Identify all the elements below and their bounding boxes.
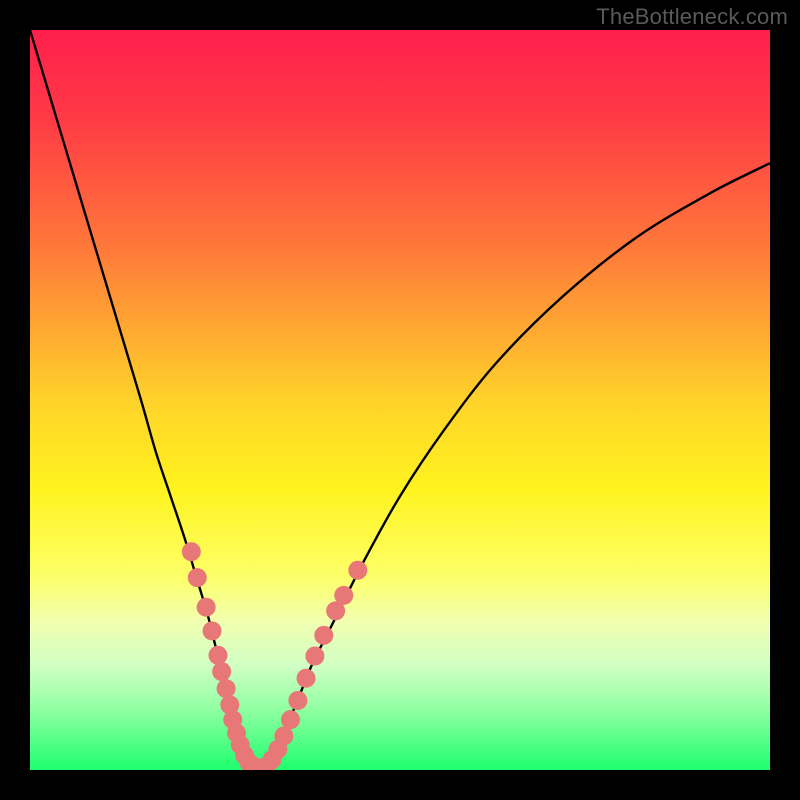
curve-marker <box>274 726 293 745</box>
curve-marker <box>334 586 353 605</box>
curve-marker <box>203 621 222 640</box>
curve-marker <box>348 561 367 580</box>
watermark-text: TheBottleneck.com <box>596 4 788 30</box>
plot-area <box>30 30 770 770</box>
curve-marker <box>188 568 207 587</box>
curve-marker <box>297 669 316 688</box>
curve-marker <box>208 646 227 665</box>
curve-marker <box>288 691 307 710</box>
curve-marker <box>281 710 300 729</box>
outer-black-frame: TheBottleneck.com <box>0 0 800 800</box>
curve-marker <box>314 626 333 645</box>
curve-markers <box>182 542 368 770</box>
curve-marker <box>212 662 231 681</box>
curve-marker <box>217 679 236 698</box>
bottleneck-curve <box>30 30 770 770</box>
curve-right-branch <box>259 163 770 768</box>
curve-marker <box>305 647 324 666</box>
curve-marker <box>182 542 201 561</box>
curve-marker <box>197 598 216 617</box>
